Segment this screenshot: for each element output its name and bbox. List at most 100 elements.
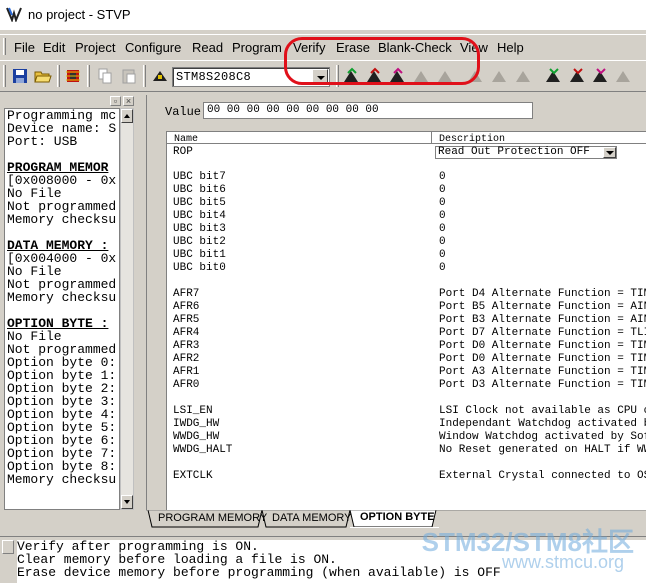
menu-project[interactable]: Project <box>75 40 115 55</box>
copy-button[interactable] <box>96 67 114 85</box>
paste-button[interactable] <box>120 67 138 85</box>
info-line: Memory checksu <box>7 472 117 487</box>
scroll-down-icon[interactable] <box>121 495 133 509</box>
program-disabled-button[interactable] <box>614 67 632 85</box>
table-row[interactable]: UBC bit4 0 <box>167 210 646 223</box>
program-all-button[interactable] <box>64 67 82 85</box>
program-button-3[interactable] <box>591 67 609 85</box>
menu-edit[interactable]: Edit <box>43 40 65 55</box>
verify-button-2[interactable] <box>490 67 508 85</box>
table-row[interactable]: AFR2 Port D0 Alternate Function = TIM3_C <box>167 353 646 366</box>
tab-bar: PROGRAM MEMORY DATA MEMORY OPTION BYTE <box>146 510 646 528</box>
row-name: UBC bit7 <box>173 171 226 183</box>
verify-disabled-icon <box>492 71 506 82</box>
row-description: 0 <box>439 197 446 209</box>
row-name: UBC bit0 <box>173 262 226 274</box>
tab-data-memory[interactable]: DATA MEMORY <box>262 511 355 527</box>
open-button[interactable] <box>34 67 52 85</box>
table-row[interactable]: AFR3 Port D0 Alternate Function = TIM3_C <box>167 340 646 353</box>
value-field[interactable]: 00 00 00 00 00 00 00 00 00 <box>203 102 533 119</box>
copy-icon <box>98 68 112 84</box>
info-panel-scrollbar[interactable] <box>120 108 134 510</box>
row-description: 0 <box>439 262 446 274</box>
table-row[interactable]: AFR6 Port B5 Alternate Function = AIN5 , <box>167 301 646 314</box>
info-panel: ▫ × Programming mc Device name: S Port: US… <box>0 95 136 513</box>
row-description: LSI Clock not available as CPU cloc <box>439 405 646 417</box>
row-name: AFR1 <box>173 366 200 378</box>
table-row[interactable]: UBC bit5 0 <box>167 197 646 210</box>
program-button-2[interactable] <box>568 67 586 85</box>
row-name: WWDG_HALT <box>173 444 233 456</box>
chip-arrow-icon <box>153 71 167 81</box>
toolbar-grip[interactable] <box>3 65 6 87</box>
log-text: Verify after programming is ON. Clear mem… <box>17 540 646 583</box>
table-row[interactable]: AFR5 Port B3 Alternate Function = AIN3 , <box>167 314 646 327</box>
column-divider[interactable] <box>431 132 432 144</box>
table-row[interactable]: WWDG_HW Window Watchdog activated by Soft… <box>167 431 646 444</box>
row-description: Port A3 Alternate Function = TIM2_C <box>439 366 646 378</box>
row-description: Port B3 Alternate Function = AIN3 , <box>439 314 646 326</box>
column-header-description[interactable]: Description <box>439 134 505 145</box>
table-row[interactable]: UBC bit0 0 <box>167 262 646 275</box>
table-row[interactable]: UBC bit2 0 <box>167 236 646 249</box>
menu-file[interactable]: File <box>14 40 35 55</box>
toolbar-separator <box>87 65 90 87</box>
table-row[interactable]: UBC bit1 0 <box>167 249 646 262</box>
tab-option-byte[interactable]: OPTION BYTE <box>350 510 439 528</box>
row-description: 0 <box>439 249 446 261</box>
program-option-icon <box>593 68 607 82</box>
table-row[interactable]: UBC bit7 0 <box>167 171 646 184</box>
row-description: 0 <box>439 236 446 248</box>
table-row[interactable]: EXTCLK External Crystal connected to OSCI… <box>167 470 646 483</box>
select-device-button[interactable] <box>151 67 169 85</box>
info-line: Port: USB <box>7 134 78 149</box>
table-row[interactable]: AFR0 Port D3 Alternate Function = TIM2_C <box>167 379 646 392</box>
table-row[interactable]: IWDG_HW Independant Watchdog activated by… <box>167 418 646 431</box>
row-description: Port D0 Alternate Function = TIM3_C <box>439 340 646 352</box>
chevron-down-icon[interactable] <box>603 147 616 158</box>
verify-button-3[interactable] <box>514 67 532 85</box>
info-panel-header: ▫ × <box>4 95 136 107</box>
scroll-up-icon[interactable] <box>121 109 133 123</box>
table-row[interactable]: UBC bit6 0 <box>167 184 646 197</box>
program-disabled-icon <box>616 71 630 82</box>
table-row[interactable]: AFR4 Port D7 Alternate Function = TLI <box>167 327 646 340</box>
row-description: No Reset generated on HALT if WWDG <box>439 444 646 456</box>
table-row[interactable]: WWDG_HALT No Reset generated on HALT if W… <box>167 444 646 457</box>
row-name: AFR5 <box>173 314 200 326</box>
row-name: WWDG_HW <box>173 431 220 443</box>
menu-help[interactable]: Help <box>497 40 524 55</box>
log-grip[interactable] <box>2 540 14 554</box>
row-name: AFR7 <box>173 288 200 300</box>
table-row[interactable]: AFR7 Port D4 Alternate Function = TIM2_C <box>167 288 646 301</box>
tab-program-memory[interactable]: PROGRAM MEMORY <box>148 511 271 527</box>
close-icon[interactable]: × <box>123 96 134 106</box>
verify-disabled-icon <box>516 71 530 82</box>
menu-program[interactable]: Program <box>232 40 282 55</box>
paste-icon <box>122 69 136 84</box>
save-button[interactable] <box>11 67 29 85</box>
panel-restore-icon[interactable]: ▫ <box>110 96 121 106</box>
row-name: IWDG_HW <box>173 418 220 430</box>
table-row[interactable]: UBC bit3 0 <box>167 223 646 236</box>
table-row[interactable]: LSI_EN LSI Clock not available as CPU clo… <box>167 405 646 418</box>
row-name: EXTCLK <box>173 470 213 482</box>
table-row[interactable]: AFR1 Port A3 Alternate Function = TIM2_C <box>167 366 646 379</box>
row-description: Independant Watchdog activated by S <box>439 418 646 430</box>
menu-configure[interactable]: Configure <box>125 40 181 55</box>
info-line: Memory checksu <box>7 290 117 305</box>
menubar-grip[interactable] <box>3 38 6 55</box>
rop-select[interactable]: Read Out Protection OFF <box>435 146 617 159</box>
program-chip-icon <box>546 68 560 82</box>
row-description: Port D4 Alternate Function = TIM2_C <box>439 288 646 300</box>
program-button-1[interactable] <box>544 67 562 85</box>
column-header-name[interactable]: Name <box>174 134 198 145</box>
rop-select-value: Read Out Protection OFF <box>438 146 590 158</box>
log-panel: Verify after programming is ON. Clear mem… <box>0 536 646 583</box>
window-title: no project - STVP <box>28 7 131 22</box>
row-name: UBC bit6 <box>173 184 226 196</box>
menu-read[interactable]: Read <box>192 40 223 55</box>
row-description: Port D3 Alternate Function = TIM2_C <box>439 379 646 391</box>
row-description: 0 <box>439 184 446 196</box>
grid-header: Name Description <box>167 132 646 145</box>
